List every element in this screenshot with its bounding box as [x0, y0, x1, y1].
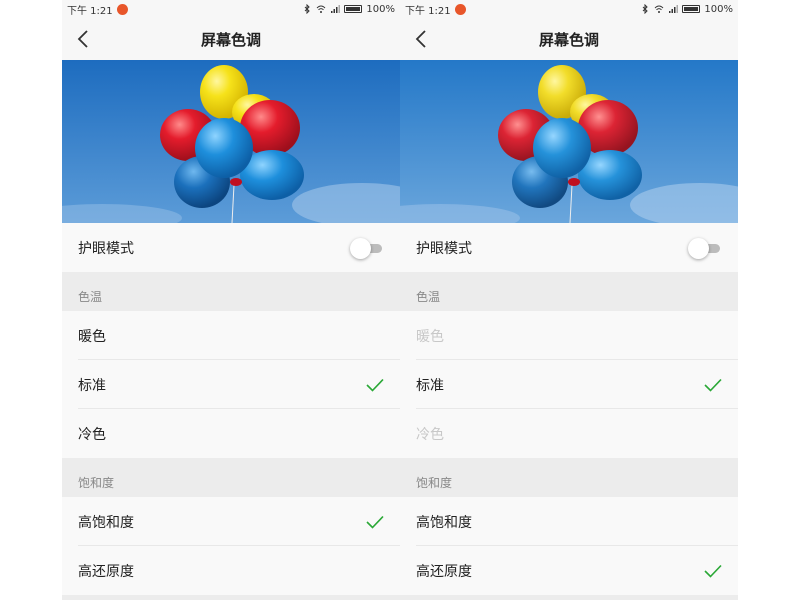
signal-icon	[669, 5, 679, 13]
page-title: 屏幕色调	[200, 30, 261, 49]
eye-mode-label: 护眼模式	[416, 240, 472, 257]
saturation-option-fidelity[interactable]: 高还原度	[62, 546, 400, 595]
option-label: 暖色	[416, 328, 444, 345]
wifi-icon	[317, 5, 326, 13]
color-temp-option-cool[interactable]: 冷色	[62, 409, 400, 458]
balloons-illustration	[62, 60, 400, 223]
chevron-left-icon	[77, 30, 88, 48]
saturation-header: 饱和度	[400, 458, 738, 497]
color-temp-header: 色温	[400, 272, 738, 311]
bottom-spacer	[400, 595, 738, 600]
saturation-option-fidelity[interactable]: 高还原度	[400, 546, 738, 595]
balloons-preview-image	[400, 60, 738, 223]
chevron-left-icon	[415, 30, 426, 48]
option-label: 标准	[416, 377, 444, 394]
balloons-illustration	[400, 60, 738, 223]
color-temp-option-warm: 暖色	[400, 311, 738, 360]
back-button[interactable]	[408, 26, 434, 52]
color-temp-option-warm[interactable]: 暖色	[62, 311, 400, 360]
saturation-option-high[interactable]: 高饱和度	[400, 497, 738, 546]
app-bar: 屏幕色调	[62, 18, 400, 60]
checkmark-icon	[366, 515, 384, 529]
checkmark-icon	[366, 378, 384, 392]
eye-mode-row[interactable]: 护眼模式	[62, 223, 400, 272]
color-temp-header: 色温	[62, 272, 400, 311]
status-time: 下午 1:21	[67, 5, 113, 17]
option-label: 暖色	[78, 328, 106, 345]
status-right: 100%	[640, 4, 733, 15]
status-time: 下午 1:21	[405, 5, 451, 17]
toggle-knob	[688, 237, 709, 259]
eye-mode-row[interactable]: 护眼模式	[400, 223, 738, 272]
signal-icon	[331, 5, 341, 13]
status-right: 100%	[302, 4, 395, 15]
wifi-icon	[655, 5, 664, 13]
saturation-option-high[interactable]: 高饱和度	[62, 497, 400, 546]
battery-percent: 100%	[704, 3, 733, 15]
bluetooth-icon	[305, 4, 311, 14]
app-bar: 屏幕色调	[400, 18, 738, 60]
color-temp-option-cool: 冷色	[400, 409, 738, 458]
status-left: 下午 1:21	[405, 2, 466, 17]
option-label: 冷色	[78, 426, 106, 443]
battery-icon	[682, 5, 701, 13]
status-left: 下午 1:21	[67, 2, 128, 17]
color-temp-option-standard[interactable]: 标准	[62, 360, 400, 409]
eye-mode-toggle[interactable]	[688, 237, 722, 259]
option-label: 高还原度	[78, 563, 134, 580]
eye-mode-toggle[interactable]	[350, 237, 384, 259]
option-label: 标准	[78, 377, 106, 394]
phone-screen-left: 下午 1:21 100% 屏幕色调 护眼模式 色温 暖色 标准 冷色 饱和度 高…	[62, 0, 400, 600]
option-label: 高饱和度	[416, 514, 472, 531]
back-button[interactable]	[70, 26, 96, 52]
saturation-header: 饱和度	[62, 458, 400, 497]
balloons-preview-image	[62, 60, 400, 223]
status-bar: 下午 1:21 100%	[62, 0, 400, 18]
checkmark-icon	[704, 564, 722, 578]
battery-percent: 100%	[366, 3, 395, 15]
option-label: 冷色	[416, 426, 444, 443]
app-notification-icon	[116, 3, 128, 15]
status-bar: 下午 1:21 100%	[400, 0, 738, 18]
color-temp-option-standard[interactable]: 标准	[400, 360, 738, 409]
battery-icon	[344, 5, 363, 13]
app-notification-icon	[454, 3, 466, 15]
bluetooth-icon	[643, 4, 649, 14]
eye-mode-label: 护眼模式	[78, 240, 134, 257]
bottom-spacer	[62, 595, 400, 600]
toggle-knob	[350, 237, 371, 259]
page-title: 屏幕色调	[538, 30, 599, 49]
stage: 下午 1:21 100% 屏幕色调 护眼模式 色温 暖色 标准 冷色 饱和度 高…	[0, 0, 800, 600]
phone-screen-right: 下午 1:21 100% 屏幕色调 护眼模式 色温 暖色 标准 冷色 饱和度 高…	[400, 0, 738, 600]
option-label: 高还原度	[416, 563, 472, 580]
option-label: 高饱和度	[78, 514, 134, 531]
checkmark-icon	[704, 378, 722, 392]
